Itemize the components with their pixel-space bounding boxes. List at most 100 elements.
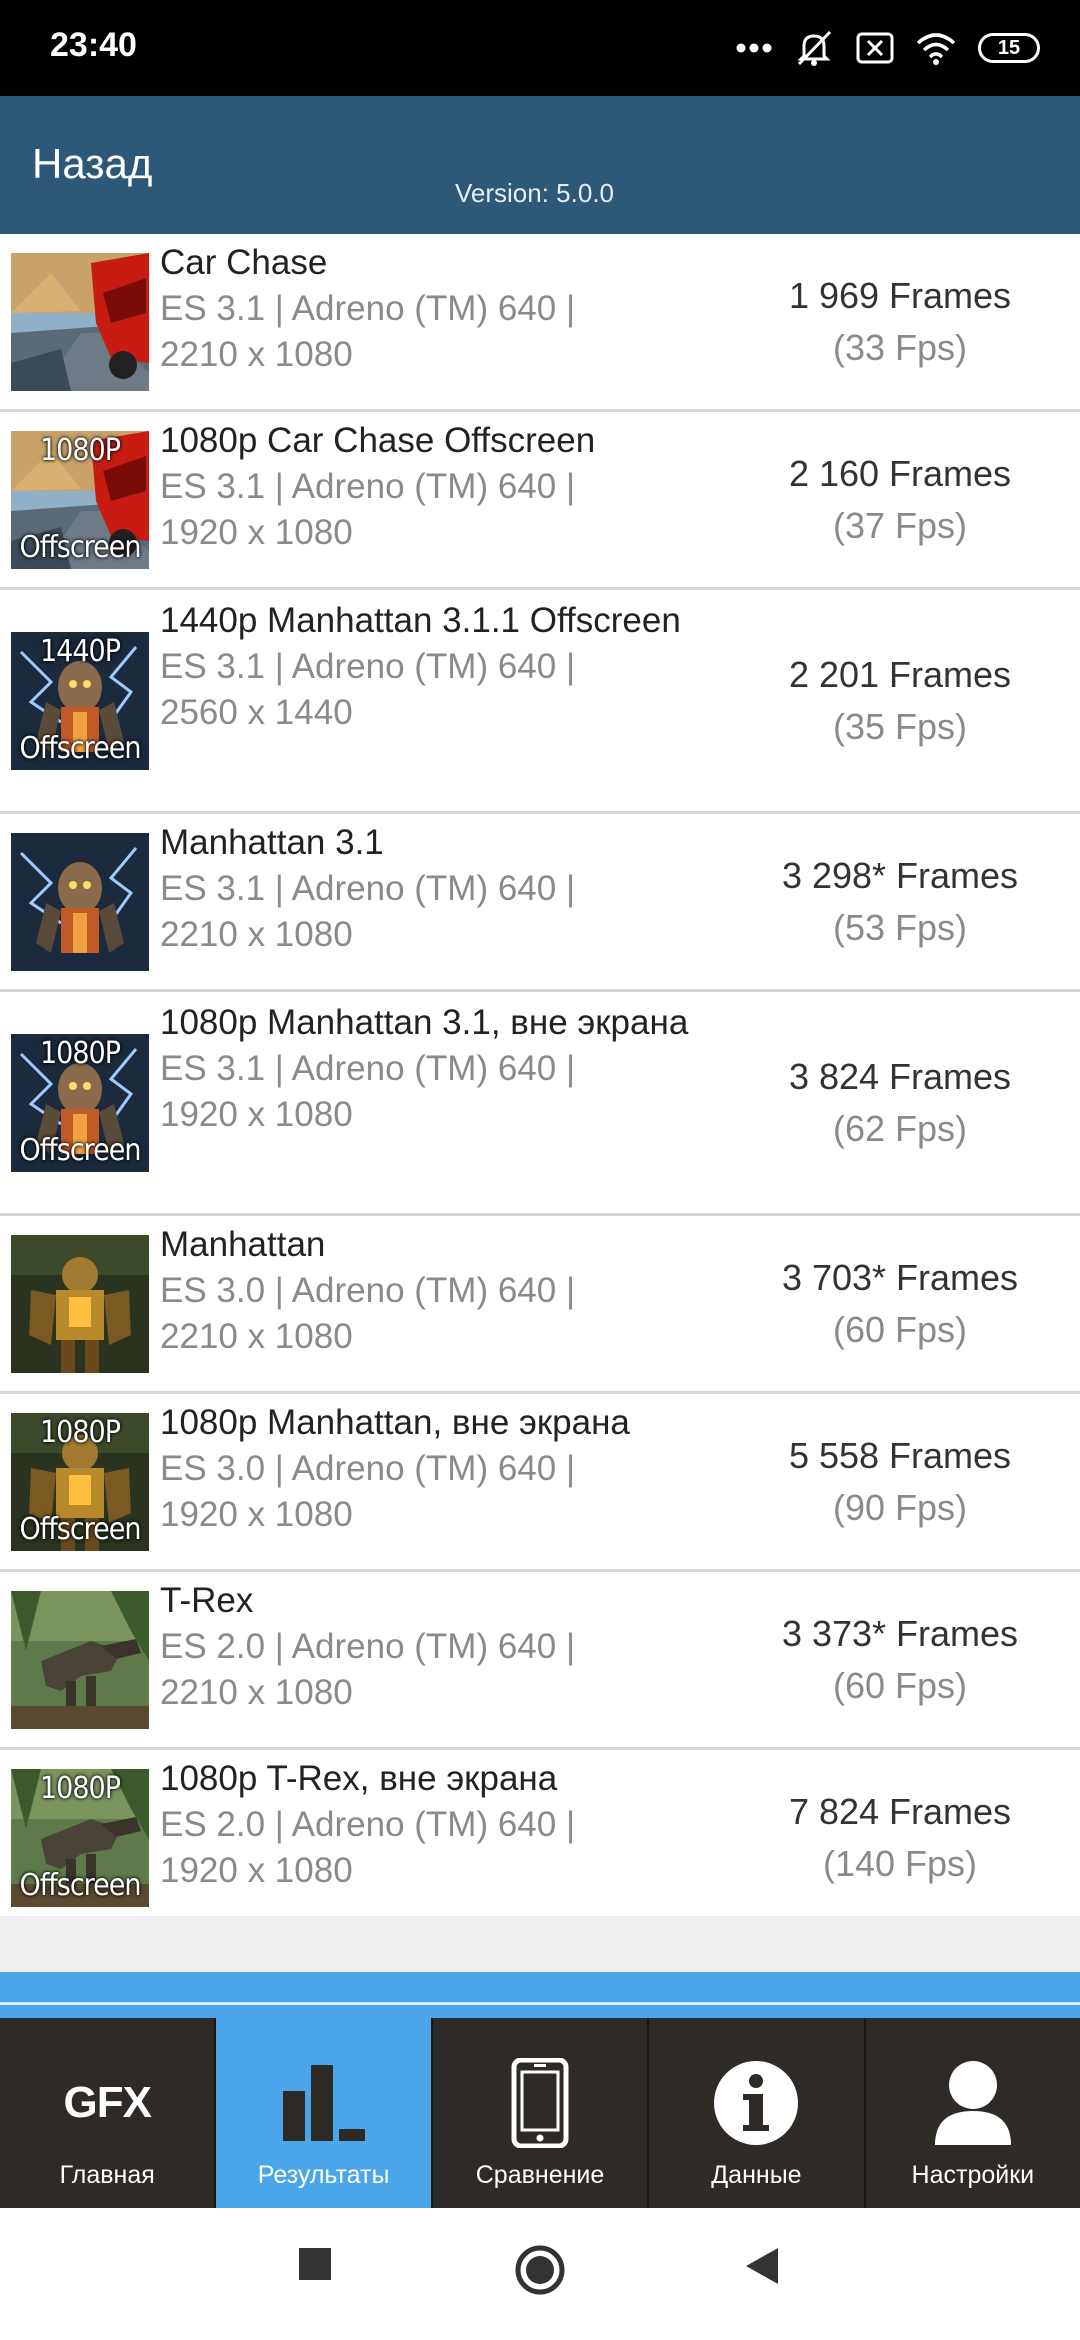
phone-icon <box>433 2058 647 2148</box>
fps-value: (53 Fps) <box>832 907 968 948</box>
fps-value: (33 Fps) <box>832 327 968 368</box>
benchmark-title: Manhattan <box>160 1225 326 1264</box>
benchmark-thumbnail: 1080P Offscreen <box>11 1769 149 1907</box>
nav-item-data[interactable]: Данные <box>649 2018 866 2208</box>
nav-item-settings[interactable]: Настройки <box>866 2018 1080 2208</box>
thumbnail-offscreen-tag: Offscreen <box>19 1512 142 1547</box>
result-row[interactable]: 1080P Offscreen 1080p Manhattan 3.1, вне э… <box>0 992 1080 1216</box>
benchmark-resolution: 1920 x 1080 <box>160 1095 353 1134</box>
result-score: 5 558 Frames (90 Fps) <box>740 1430 1060 1534</box>
result-row[interactable]: T-Rex ES 2.0 | Adreno (TM) 640 | 2210 x 10… <box>0 1572 1080 1750</box>
benchmark-title: 1080p Manhattan 3.1, вне экрана <box>160 1003 689 1042</box>
nav-label-data: Данные <box>711 2161 802 2189</box>
benchmark-thumbnail <box>11 1591 149 1729</box>
result-row[interactable]: 1080P Offscreen 1080p T-Rex, вне экрана ES … <box>0 1750 1080 1928</box>
benchmark-title: 1080p Manhattan, вне экрана <box>160 1403 630 1442</box>
thumbnail-offscreen-tag: Offscreen <box>19 1133 142 1168</box>
back-triangle-icon[interactable] <box>744 2246 780 2286</box>
bottom-nav: GFX Главная Результаты Сравнение Данные … <box>0 2018 1080 2208</box>
user-icon <box>866 2058 1080 2148</box>
benchmark-resolution: 2210 x 1080 <box>160 1673 353 1712</box>
gfx-logo-icon: GFX <box>0 2058 214 2148</box>
recent-apps-icon[interactable] <box>299 2248 331 2280</box>
frames-value: 3 298* Frames <box>781 855 1019 896</box>
nav-label-results: Результаты <box>257 2161 390 2189</box>
benchmark-thumbnail: 1080P Offscreen <box>11 431 149 569</box>
benchmark-thumbnail: 1080P Offscreen <box>11 1413 149 1551</box>
thumbnail-resolution-tag: 1440P <box>40 634 121 669</box>
benchmark-title: Car Chase <box>160 243 328 282</box>
gfx-logo-text: GFX <box>63 2078 151 2127</box>
thumbnail-resolution-tag: 1080P <box>40 1771 121 1806</box>
result-info: 1080p Manhattan 3.1, вне экрана ES 3.1 | … <box>160 1000 730 1138</box>
benchmark-resolution: 1920 x 1080 <box>160 513 353 552</box>
benchmark-title: T-Rex <box>160 1581 254 1620</box>
nav-label-settings: Настройки <box>911 2161 1035 2189</box>
thumbnail-resolution-tag: 1080P <box>40 1415 121 1450</box>
result-row[interactable]: Manhattan 3.1 ES 3.1 | Adreno (TM) 640 | 2… <box>0 814 1080 992</box>
result-row[interactable]: 1440P Offscreen 1440p Manhattan 3.1.1 Offs… <box>0 590 1080 814</box>
fps-value: (60 Fps) <box>832 1665 968 1706</box>
result-row[interactable]: Manhattan ES 3.0 | Adreno (TM) 640 | 2210 … <box>0 1216 1080 1394</box>
list-bottom-gap <box>0 1916 1080 1972</box>
result-info: 1080p Car Chase Offscreen ES 3.1 | Adreno… <box>160 418 730 556</box>
fps-value: (140 Fps) <box>822 1843 978 1884</box>
frames-value: 3 373* Frames <box>781 1613 1019 1654</box>
benchmark-api: ES 3.1 | Adreno (TM) 640 | <box>160 1049 576 1088</box>
result-info: Manhattan 3.1 ES 3.1 | Adreno (TM) 640 | 2… <box>160 820 730 958</box>
back-button[interactable]: Назад <box>32 140 152 188</box>
result-info: T-Rex ES 2.0 | Adreno (TM) 640 | 2210 x 10… <box>160 1578 730 1716</box>
benchmark-title: 1080p Car Chase Offscreen <box>160 421 596 460</box>
benchmark-title: 1080p T-Rex, вне экрана <box>160 1759 558 1798</box>
fps-value: (37 Fps) <box>832 505 968 546</box>
result-info: 1080p T-Rex, вне экрана ES 2.0 | Adreno (… <box>160 1756 730 1894</box>
benchmark-thumbnail: 1440P Offscreen <box>11 632 149 770</box>
benchmark-resolution: 2560 x 1440 <box>160 693 353 732</box>
fps-value: (90 Fps) <box>832 1487 968 1528</box>
accent-strip-line <box>0 2002 1080 2005</box>
bar-chart-icon <box>216 2058 430 2148</box>
result-info: Car Chase ES 3.1 | Adreno (TM) 640 | 2210 … <box>160 240 730 378</box>
benchmark-resolution: 2210 x 1080 <box>160 915 353 954</box>
result-score: 3 373* Frames (60 Fps) <box>740 1608 1060 1712</box>
result-score: 2 160 Frames (37 Fps) <box>740 448 1060 552</box>
more-dots-icon <box>736 43 772 53</box>
result-info: 1440p Manhattan 3.1.1 Offscreen ES 3.1 | … <box>160 598 730 736</box>
wifi-icon <box>916 33 956 65</box>
result-score: 2 201 Frames (35 Fps) <box>740 649 1060 753</box>
nav-item-compare[interactable]: Сравнение <box>433 2018 650 2208</box>
thumbnail-offscreen-tag: Offscreen <box>19 1868 142 1903</box>
benchmark-resolution: 2210 x 1080 <box>160 335 353 374</box>
status-time: 23:40 <box>50 26 137 64</box>
benchmark-thumbnail: 1080P Offscreen <box>11 1034 149 1172</box>
nav-item-home[interactable]: GFX Главная <box>0 2018 217 2208</box>
result-info: Manhattan ES 3.0 | Adreno (TM) 640 | 2210 … <box>160 1222 730 1360</box>
fps-value: (35 Fps) <box>832 706 968 747</box>
thumbnail-offscreen-tag: Offscreen <box>19 731 142 766</box>
result-score: 1 969 Frames (33 Fps) <box>740 270 1060 374</box>
benchmark-thumbnail <box>11 833 149 971</box>
result-score: 3 298* Frames (53 Fps) <box>740 850 1060 954</box>
result-row[interactable]: Car Chase ES 3.1 | Adreno (TM) 640 | 2210 … <box>0 234 1080 412</box>
thumbnail-resolution-tag: 1080P <box>40 433 121 468</box>
nav-item-results[interactable]: Результаты <box>216 2018 433 2208</box>
system-nav-bar <box>0 2208 1080 2340</box>
result-row[interactable]: 1080P Offscreen 1080p Car Chase Offscreen E… <box>0 412 1080 590</box>
status-bar: 23:40 15 <box>0 0 1080 96</box>
benchmark-resolution: 2210 x 1080 <box>160 1317 353 1356</box>
benchmark-api: ES 2.0 | Adreno (TM) 640 | <box>160 1627 576 1666</box>
benchmark-title: Manhattan 3.1 <box>160 823 384 862</box>
nav-label-home: Главная <box>59 2161 155 2189</box>
frames-value: 7 824 Frames <box>788 1791 1012 1832</box>
benchmark-thumbnail <box>11 1235 149 1373</box>
sim-off-icon <box>856 32 894 64</box>
frames-value: 3 703* Frames <box>781 1257 1019 1298</box>
result-row[interactable]: 1080P Offscreen 1080p Manhattan, вне экран… <box>0 1394 1080 1572</box>
benchmark-title: 1440p Manhattan 3.1.1 Offscreen <box>160 601 681 640</box>
info-icon <box>649 2058 863 2148</box>
frames-value: 2 201 Frames <box>788 654 1012 695</box>
nav-label-compare: Сравнение <box>475 2161 605 2189</box>
result-score: 3 824 Frames (62 Fps) <box>740 1051 1060 1155</box>
results-list: Car Chase ES 3.1 | Adreno (TM) 640 | 2210 … <box>0 234 1080 1928</box>
home-circle-icon[interactable] <box>514 2244 566 2296</box>
